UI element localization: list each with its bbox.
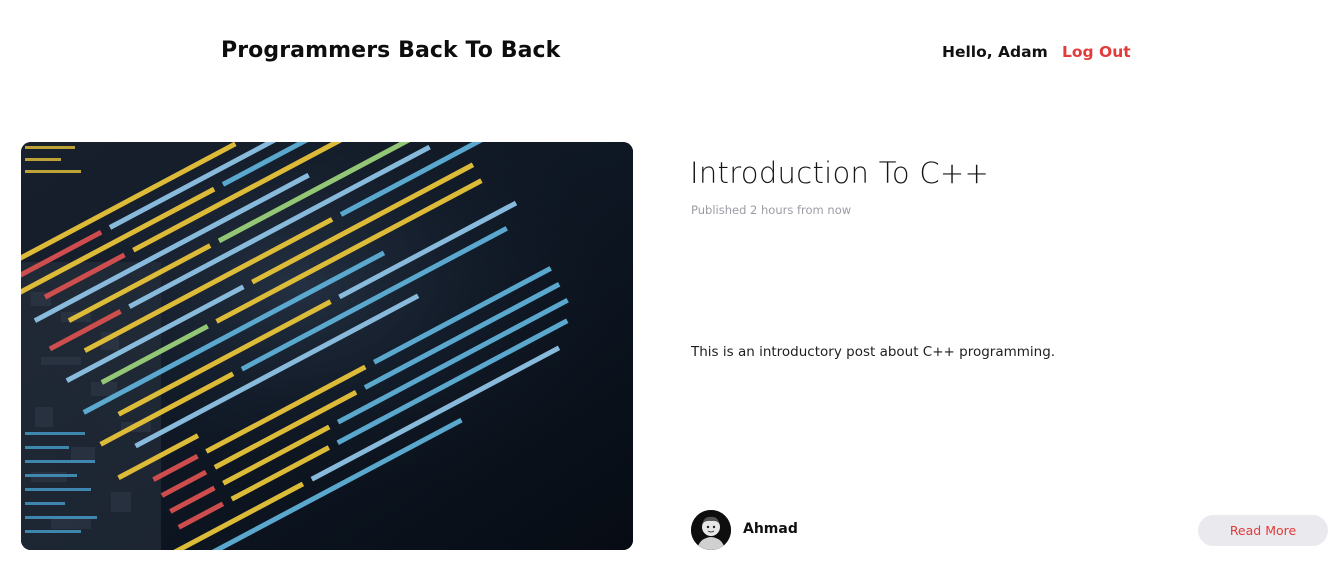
- author-name[interactable]: Ahmad: [743, 521, 798, 537]
- post-title[interactable]: Introduction To C++: [690, 156, 989, 190]
- author-avatar[interactable]: [691, 510, 731, 550]
- site-title[interactable]: Programmers Back To Back: [221, 38, 560, 63]
- post-excerpt: This is an introductory post about C++ p…: [691, 344, 1056, 360]
- code-screen-photo: [21, 142, 633, 550]
- logout-link[interactable]: Log Out: [1062, 43, 1131, 61]
- user-avatar-icon: [691, 510, 731, 550]
- post-published-date: Published 2 hours from now: [691, 203, 852, 217]
- user-greeting: Hello, Adam: [942, 43, 1048, 61]
- read-more-button[interactable]: Read More: [1198, 515, 1328, 546]
- post-cover-image[interactable]: [21, 142, 633, 550]
